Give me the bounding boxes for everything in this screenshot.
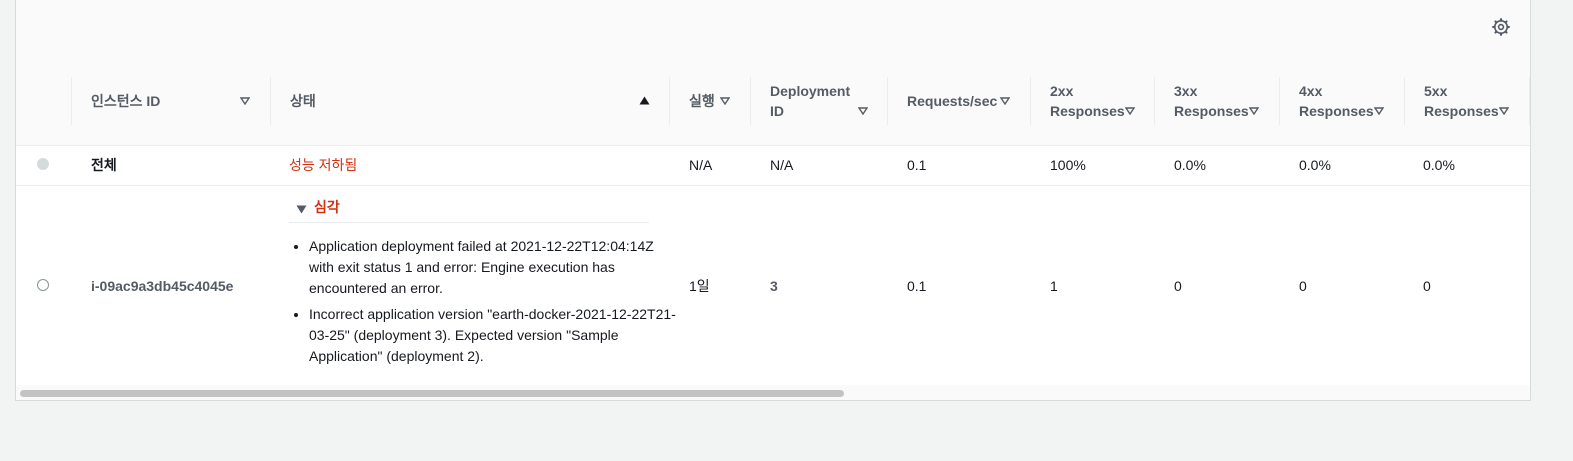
column-label-line2: ID bbox=[770, 103, 784, 119]
column-label: 상태 bbox=[290, 93, 316, 109]
caret-up-icon[interactable] bbox=[639, 96, 650, 105]
status-causes-list: Application deployment failed at 2021-12… bbox=[289, 236, 679, 372]
responses-2xx-cell: 1 bbox=[1050, 278, 1058, 294]
column-label-line1: 2xx bbox=[1050, 83, 1074, 99]
column-label-line1: 5xx bbox=[1424, 83, 1448, 99]
column-header-2xx[interactable]: 2xx Responses bbox=[1030, 57, 1154, 145]
column-header-requests-sec[interactable]: Requests/sec bbox=[887, 57, 1030, 145]
row-select-radio bbox=[37, 158, 49, 170]
responses-3xx-cell: 0.0% bbox=[1174, 157, 1206, 173]
column-label-line1: 4xx bbox=[1299, 83, 1323, 99]
responses-5xx-cell: 0 bbox=[1423, 278, 1431, 294]
requests-sec-cell: 0.1 bbox=[907, 278, 927, 294]
horizontal-scrollbar[interactable] bbox=[16, 385, 1530, 400]
instances-table-panel: 인스턴스 ID 상태 실행 Deployment ID Requests/sec… bbox=[15, 0, 1531, 401]
column-label: 실행 bbox=[689, 93, 715, 109]
column-label: 2xx Responses bbox=[1050, 81, 1125, 121]
column-header-3xx[interactable]: 3xx Responses bbox=[1154, 57, 1279, 145]
table-header: 인스턴스 ID 상태 실행 Deployment ID Requests/sec… bbox=[16, 57, 1530, 146]
table-row-instance[interactable]: i-09ac9a3db45c4045e 심각 Application deplo… bbox=[16, 186, 1530, 385]
running-cell: N/A bbox=[689, 157, 713, 173]
status-expander[interactable]: 심각 bbox=[289, 186, 649, 223]
column-label: Requests/sec bbox=[907, 93, 998, 109]
column-header-4xx[interactable]: 4xx Responses bbox=[1279, 57, 1404, 145]
caret-down-icon[interactable] bbox=[1374, 107, 1384, 115]
column-label-line1: Deployment bbox=[770, 83, 851, 99]
column-label: 인스턴스 ID bbox=[91, 93, 161, 109]
caret-down-icon[interactable] bbox=[1249, 107, 1259, 115]
caret-down-icon[interactable] bbox=[240, 97, 250, 105]
table-toolbar bbox=[16, 0, 1530, 58]
column-header-instance-id[interactable]: 인스턴스 ID bbox=[71, 57, 270, 145]
gear-icon[interactable] bbox=[1492, 18, 1510, 36]
caret-down-icon[interactable] bbox=[1000, 97, 1010, 105]
column-header-running[interactable]: 실행 bbox=[669, 57, 750, 145]
requests-sec-cell: 0.1 bbox=[907, 157, 927, 173]
caret-down-icon[interactable] bbox=[720, 97, 730, 105]
column-label: 4xx Responses bbox=[1299, 81, 1374, 121]
caret-down-icon[interactable] bbox=[1499, 107, 1509, 115]
caret-down-icon[interactable] bbox=[296, 201, 307, 217]
instance-id-cell: 전체 bbox=[91, 157, 117, 173]
scrollbar-thumb[interactable] bbox=[20, 390, 844, 397]
responses-4xx-cell: 0.0% bbox=[1299, 157, 1331, 173]
column-label-line2: Responses bbox=[1050, 103, 1125, 119]
instance-id-link[interactable]: i-09ac9a3db45c4045e bbox=[91, 276, 233, 296]
list-item: Incorrect application version "earth-doc… bbox=[309, 304, 679, 367]
caret-down-icon[interactable] bbox=[858, 107, 868, 115]
deployment-id-cell: N/A bbox=[770, 157, 794, 173]
list-item: Application deployment failed at 2021-12… bbox=[309, 236, 679, 299]
caret-down-icon[interactable] bbox=[1125, 107, 1135, 115]
responses-2xx-cell: 100% bbox=[1050, 157, 1086, 173]
responses-4xx-cell: 0 bbox=[1299, 278, 1307, 294]
table-row-overall: 전체 성능 저하됨 N/A N/A 0.1 100% 0.0% 0.0% 0.0… bbox=[16, 145, 1530, 186]
column-label: 3xx Responses bbox=[1174, 81, 1249, 121]
column-label-line2: Responses bbox=[1174, 103, 1249, 119]
column-header-status[interactable]: 상태 bbox=[270, 57, 669, 145]
responses-5xx-cell: 0.0% bbox=[1423, 157, 1455, 173]
column-label-line2: Responses bbox=[1424, 103, 1499, 119]
column-label: Deployment ID bbox=[770, 81, 850, 121]
deployment-id-link[interactable]: 3 bbox=[770, 276, 778, 296]
status-cell: 성능 저하됨 bbox=[289, 157, 358, 173]
row-select-radio[interactable] bbox=[37, 279, 49, 291]
running-cell: 1일 bbox=[689, 278, 710, 294]
column-label-line2: Responses bbox=[1299, 103, 1374, 119]
column-header-5xx[interactable]: 5xx Responses bbox=[1404, 57, 1529, 145]
responses-3xx-cell: 0 bbox=[1174, 278, 1182, 294]
column-divider bbox=[1529, 77, 1530, 125]
column-header-deployment-id[interactable]: Deployment ID bbox=[750, 57, 887, 145]
status-severity-title: 심각 bbox=[314, 199, 340, 215]
column-label-line1: 3xx bbox=[1174, 83, 1198, 99]
column-label: 5xx Responses bbox=[1424, 81, 1499, 121]
